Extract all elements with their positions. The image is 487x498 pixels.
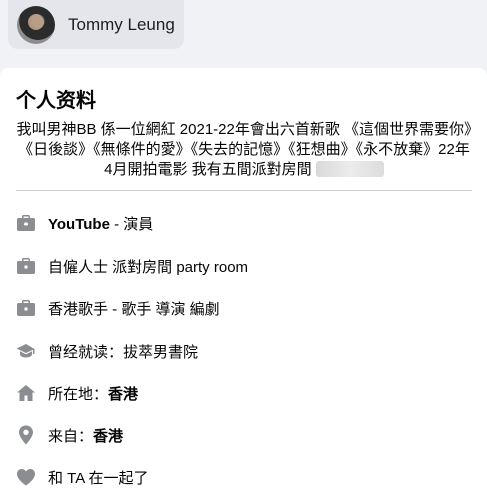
detail-work-self-employed: 自僱人士 派對房間 party room	[16, 254, 248, 278]
detail-work-singer: 香港歌手 - 歌手 導演 編劇	[16, 296, 220, 320]
detail-hometown-link[interactable]: 香港	[93, 428, 123, 445]
detail-text: 曾经就读：拔萃男書院	[48, 343, 199, 361]
bio-content: 我叫男神BB 係一位網紅 2021-22年會出六首新歌 《這個世界需要你》《日後…	[16, 121, 472, 178]
detail-label: 来自：	[48, 427, 94, 445]
briefcase-icon	[16, 213, 36, 233]
detail-text: 所在地：香港	[48, 383, 138, 404]
detail-work-youtube: YouTube - 演員	[16, 211, 153, 235]
detail-text: 香港歌手 - 歌手 導演 編劇	[48, 300, 220, 318]
intro-card: 个人资料 我叫男神BB 係一位網紅 2021-22年會出六首新歌 《這個世界需要…	[0, 68, 487, 498]
bio-text: 我叫男神BB 係一位網紅 2021-22年會出六首新歌 《這個世界需要你》《日後…	[16, 120, 472, 180]
detail-city-link[interactable]: 香港	[108, 386, 138, 403]
heart-icon	[16, 467, 36, 487]
profile-name[interactable]: Tommy Leung	[68, 15, 175, 35]
briefcase-icon	[16, 256, 36, 276]
detail-text: 自僱人士 派對房間 party room	[48, 258, 249, 276]
graduation-cap-icon	[16, 341, 36, 361]
card-title: 个人资料	[16, 90, 96, 112]
avatar[interactable]	[17, 5, 55, 44]
detail-current-city: 所在地：香港	[16, 381, 138, 405]
detail-text: YouTube - 演員	[48, 213, 153, 234]
detail-education: 曾经就读：拔萃男書院	[16, 339, 198, 363]
briefcase-icon	[16, 298, 36, 318]
detail-position: - 演員	[109, 215, 154, 233]
location-pin-icon	[16, 425, 36, 445]
detail-relationship: 和 TA 在一起了	[16, 465, 149, 489]
detail-text: 来自：香港	[48, 425, 123, 446]
redacted-text	[315, 161, 384, 177]
detail-hometown: 来自：香港	[16, 423, 123, 447]
divider	[16, 190, 472, 191]
detail-employer-link[interactable]: YouTube	[48, 216, 110, 233]
detail-text: 和 TA 在一起了	[48, 469, 149, 487]
detail-label: 所在地：	[48, 385, 109, 403]
profile-chip[interactable]: Tommy Leung	[8, 0, 184, 49]
home-icon	[16, 383, 36, 403]
